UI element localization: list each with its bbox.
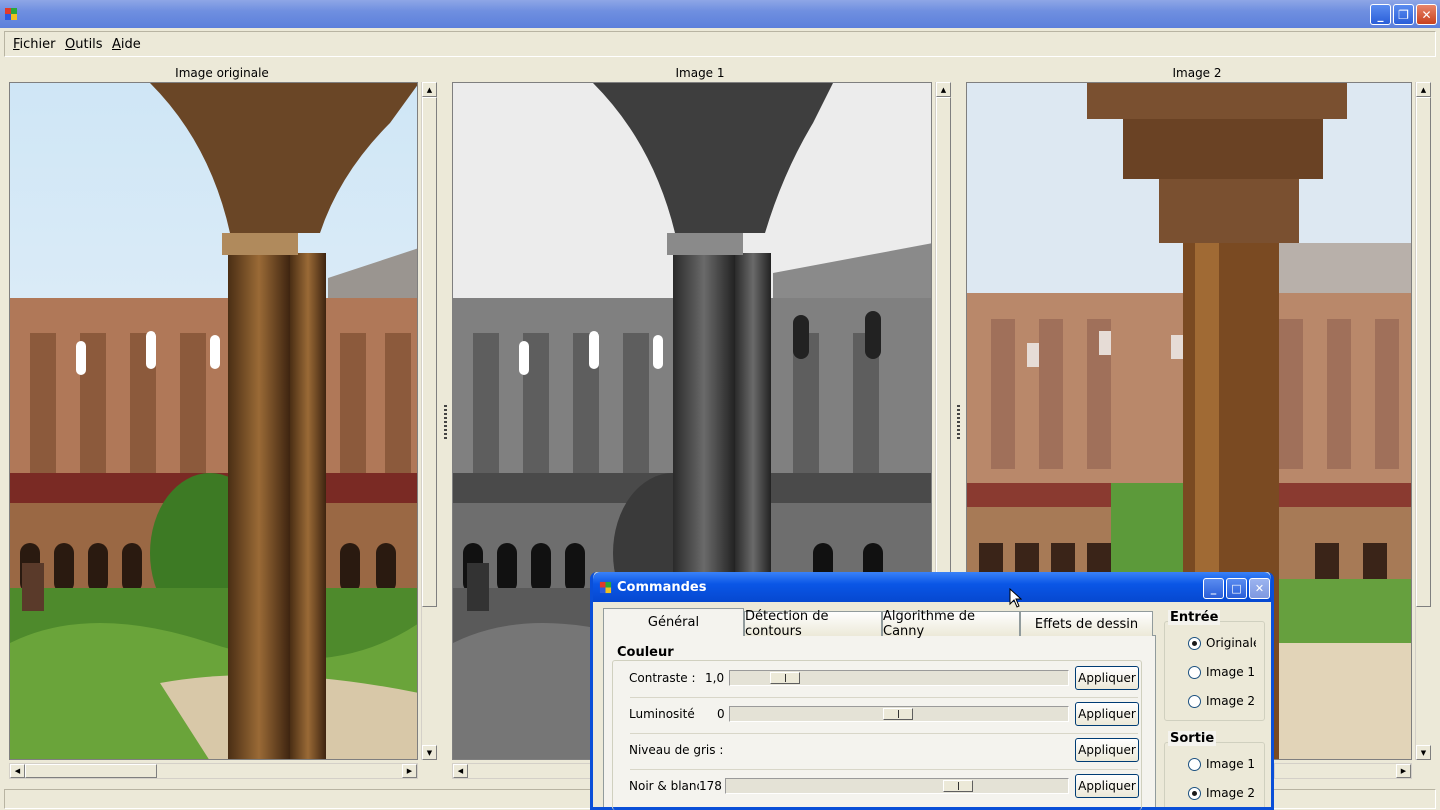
main-titlebar: _ ❐ ✕	[0, 0, 1440, 28]
tab-detection-contours[interactable]: Détection de contours	[744, 609, 882, 639]
luminosite-label: Luminosité	[629, 707, 695, 721]
radio-sortie-image2[interactable]: Image 2	[1188, 786, 1256, 800]
slider-thumb[interactable]	[883, 708, 913, 720]
radio-dot-icon	[1188, 786, 1201, 800]
radio-label: Image 2	[1206, 786, 1256, 800]
scroll-thumb[interactable]	[1416, 97, 1431, 607]
scroll-down-arrow-icon[interactable]: ▼	[422, 745, 437, 760]
radio-label: Image 1	[1206, 757, 1256, 771]
menubar: Fichier Outils Aide	[4, 31, 1436, 57]
radio-dot-icon	[1188, 636, 1201, 650]
couleur-title: Couleur	[615, 645, 676, 660]
scroll-up-arrow-icon[interactable]: ▲	[422, 82, 437, 97]
niveau-gris-label: Niveau de gris :	[629, 743, 724, 757]
panel-label-original: Image originale	[175, 66, 269, 80]
scroll-thumb[interactable]	[936, 97, 951, 597]
image2-hscrollbar[interactable]: ▶	[1274, 763, 1412, 779]
app-icon	[5, 8, 17, 20]
radio-entree-image2[interactable]: Image 2	[1188, 694, 1256, 708]
radio-label: Originale	[1206, 636, 1256, 650]
menu-aide[interactable]: Aide	[112, 37, 141, 52]
panel-label-image2: Image 2	[1172, 66, 1222, 80]
tab-canny[interactable]: Algorithme de Canny	[882, 609, 1020, 639]
original-hscrollbar[interactable]: ◀ ▶	[9, 763, 418, 779]
minimize-button[interactable]: _	[1370, 4, 1391, 25]
row-divider	[630, 769, 1138, 770]
scroll-thumb[interactable]	[25, 764, 157, 778]
scroll-down-arrow-icon[interactable]: ▼	[1416, 745, 1431, 760]
luminosite-value: 0	[717, 707, 725, 721]
contraste-label: Contraste :	[629, 671, 696, 685]
splitter-grip[interactable]	[444, 405, 447, 441]
panel-label-image1: Image 1	[675, 66, 725, 80]
noir-blanc-value: 178	[699, 779, 722, 793]
contraste-apply-button[interactable]: Appliquer	[1075, 666, 1139, 690]
luminosite-slider[interactable]	[729, 706, 1069, 722]
mouse-cursor-icon	[1009, 588, 1022, 608]
radio-dot-icon	[1188, 694, 1201, 708]
dialog-minimize-button[interactable]: _	[1203, 578, 1224, 599]
radio-dot-icon	[1188, 757, 1201, 771]
entree-title: Entrée	[1168, 610, 1221, 625]
dialog-titlebar[interactable]: Commandes _ □ ✕	[593, 572, 1271, 602]
radio-entree-image1[interactable]: Image 1	[1188, 665, 1256, 679]
tab-effets-dessin[interactable]: Effets de dessin	[1020, 611, 1153, 636]
row-divider	[630, 733, 1138, 734]
slider-thumb[interactable]	[943, 780, 973, 792]
radio-entree-originale[interactable]: Originale	[1188, 636, 1256, 650]
scroll-left-arrow-icon[interactable]: ◀	[453, 764, 468, 778]
scroll-left-arrow-icon[interactable]: ◀	[10, 764, 25, 778]
close-button[interactable]: ✕	[1416, 4, 1437, 25]
tab-general[interactable]: Général	[603, 608, 744, 636]
menu-outils[interactable]: Outils	[65, 37, 103, 52]
radio-sortie-image1[interactable]: Image 1	[1188, 757, 1256, 771]
scroll-thumb[interactable]	[422, 97, 437, 607]
niveau-gris-apply-button[interactable]: Appliquer	[1075, 738, 1139, 762]
dialog-maximize-button[interactable]: □	[1226, 578, 1247, 599]
radio-label: Image 2	[1206, 694, 1256, 708]
original-vscrollbar[interactable]: ▲ ▼	[421, 82, 437, 760]
scroll-up-arrow-icon[interactable]: ▲	[936, 82, 951, 97]
menu-fichier[interactable]: Fichier	[13, 37, 56, 52]
noir-blanc-slider[interactable]	[725, 778, 1069, 794]
noir-blanc-label: Noir & blanc	[629, 779, 699, 793]
image2-vscrollbar[interactable]: ▲ ▼	[1415, 82, 1431, 760]
radio-label: Image 1	[1206, 665, 1256, 679]
restore-button[interactable]: ❐	[1393, 4, 1414, 25]
sortie-title: Sortie	[1168, 731, 1217, 746]
image-original-canvas[interactable]	[9, 82, 418, 760]
noir-blanc-apply-button[interactable]: Appliquer	[1075, 774, 1139, 798]
radio-dot-icon	[1188, 665, 1201, 679]
menu-aide-label: ide	[120, 37, 141, 52]
luminosite-apply-button[interactable]: Appliquer	[1075, 702, 1139, 726]
image1-hscrollbar[interactable]: ◀	[452, 763, 592, 779]
app-icon	[599, 581, 612, 594]
menu-aide-accel: A	[112, 37, 121, 52]
contraste-slider[interactable]	[729, 670, 1069, 686]
menu-outils-accel: O	[65, 37, 76, 52]
dialog-title: Commandes	[617, 580, 707, 595]
slider-thumb[interactable]	[770, 672, 800, 684]
contraste-value: 1,0	[705, 671, 725, 685]
row-divider	[630, 697, 1138, 698]
scroll-right-arrow-icon[interactable]: ▶	[1396, 764, 1411, 778]
menu-outils-label: utils	[75, 37, 103, 52]
dialog-close-button[interactable]: ✕	[1249, 578, 1270, 599]
scroll-up-arrow-icon[interactable]: ▲	[1416, 82, 1431, 97]
menu-fichier-label: ichier	[19, 37, 56, 52]
cloister-photo-original	[10, 83, 417, 759]
splitter-grip[interactable]	[957, 405, 960, 441]
scroll-right-arrow-icon[interactable]: ▶	[402, 764, 417, 778]
